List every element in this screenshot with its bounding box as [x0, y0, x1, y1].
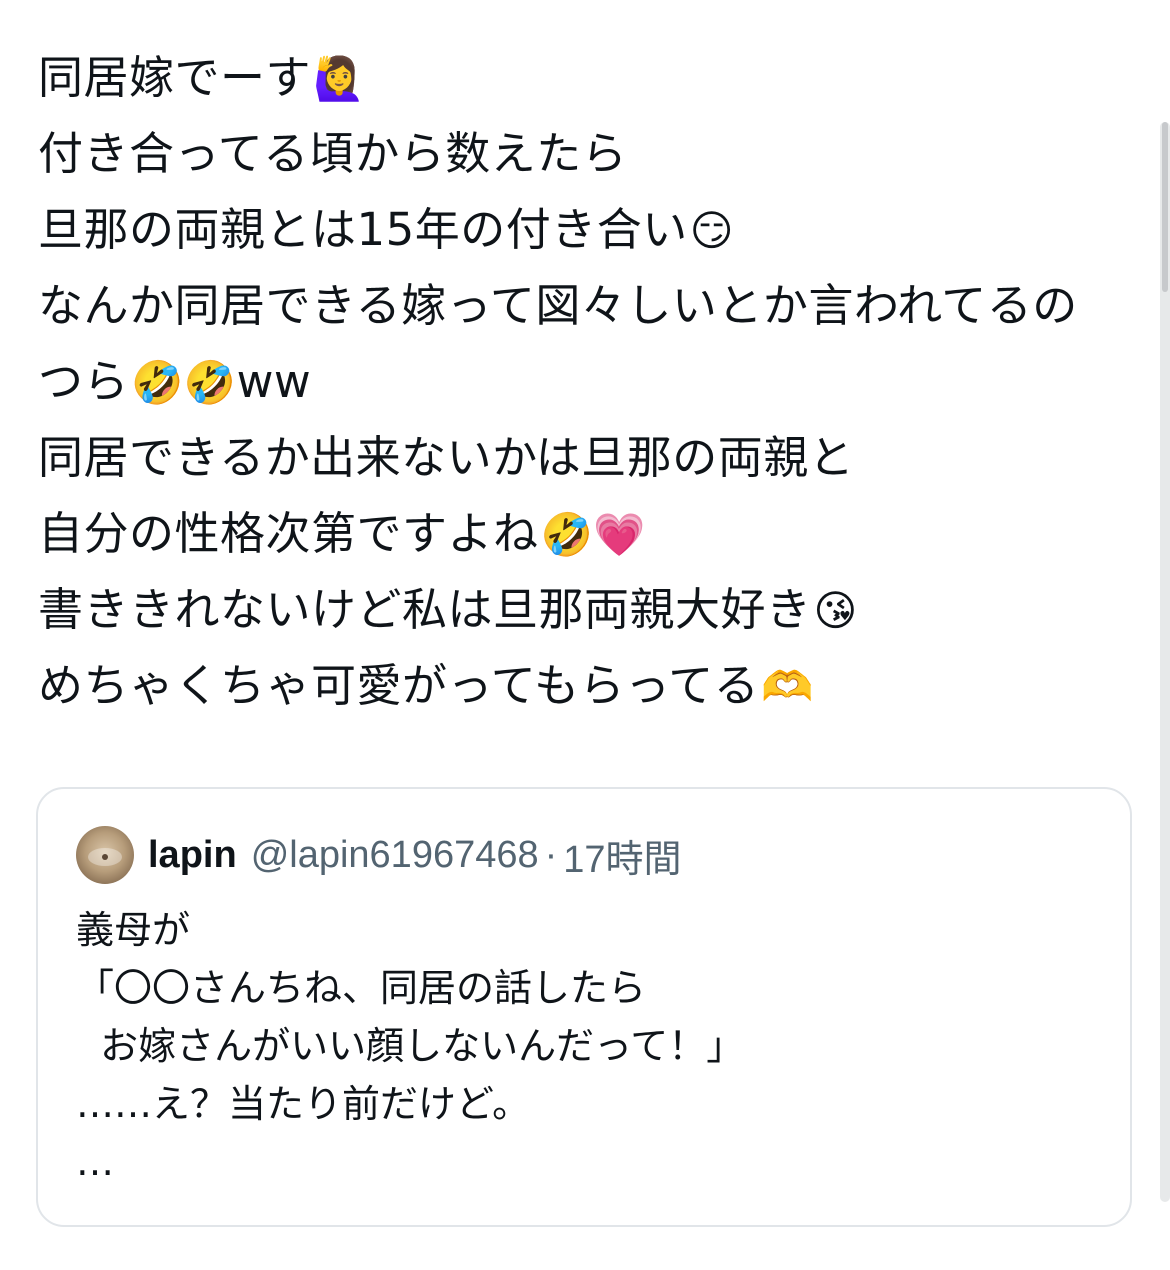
raising-hand-emoji-icon: 🙋‍♀️ [313, 54, 366, 103]
post-line: 自分の性格次第ですよね🤣💗 [38, 496, 1138, 572]
post-line-text: 同居嫁でーす [38, 51, 312, 104]
quoted-post-line: ……え？当たり前だけど。 [76, 1082, 531, 1126]
post-line: つら🤣🤣ww [38, 344, 1138, 420]
quoted-post-line: … [76, 1140, 114, 1184]
post-line-text: 付き合ってる頃から数えたら [38, 127, 628, 180]
quoted-post-line: お嫁さんがいい顔しないんだって！」 [76, 1024, 745, 1068]
rofl-heart-emoji-icon: 🤣💗 [540, 510, 647, 559]
smirk-emoji-icon: 😏 [689, 206, 735, 255]
post-line: めちゃくちゃ可愛がってもらってる🫶 [38, 648, 1138, 724]
post-line-text: つら [38, 355, 130, 408]
avatar[interactable] [76, 826, 134, 884]
post-line: なんか同居できる嫁って図々しいとか言われてるの [38, 268, 1138, 344]
quoted-post-card[interactable]: lapin @lapin61967468 · 17時間 義母が 「〇〇さんちね、… [36, 787, 1132, 1227]
quoted-post-body: 義母が 「〇〇さんちね、同居の話したら お嫁さんがいい顔しないんだって！」 ……… [76, 901, 1096, 1191]
user-handle[interactable]: @lapin61967468 [251, 834, 539, 877]
quoted-post-line: 義母が [76, 908, 191, 952]
quoted-post-line: 「〇〇さんちね、同居の話したら [76, 966, 647, 1010]
post-line-text: 同居できるか出来ないかは旦那の両親と [38, 431, 855, 484]
rofl-emoji-icon: 🤣🤣 [131, 358, 237, 407]
scrollbar[interactable] [1160, 122, 1170, 1202]
post-line-text: 旦那の両親とは15年の付き合い [38, 203, 688, 256]
separator-dot: · [544, 833, 558, 876]
post-line-suffix: ww [236, 355, 312, 408]
post-line-text: 書ききれないけど私は旦那両親大好き [38, 583, 812, 636]
post-line-text: めちゃくちゃ可愛がってもらってる [38, 659, 760, 712]
post-line: 同居できるか出来ないかは旦那の両親と [38, 420, 1138, 496]
kiss-emoji-icon: 😘 [813, 586, 858, 635]
post-line: 同居嫁でーす🙋‍♀️ [38, 40, 1138, 116]
display-name[interactable]: lapin [148, 834, 237, 877]
post-line: 書ききれないけど私は旦那両親大好き😘 [38, 572, 1138, 648]
post-line-text: 自分の性格次第ですよね [38, 507, 539, 560]
quoted-post-header: lapin @lapin61967468 · 17時間 [76, 825, 682, 885]
scrollbar-thumb[interactable] [1162, 122, 1168, 292]
heart-hands-emoji-icon: 🫶 [761, 662, 815, 711]
post-text: 同居嫁でーす🙋‍♀️ 付き合ってる頃から数えたら 旦那の両親とは15年の付き合い… [38, 40, 1138, 724]
post-timestamp[interactable]: 17時間 [563, 828, 681, 883]
post-line: 旦那の両親とは15年の付き合い😏 [38, 192, 1138, 268]
post-line: 付き合ってる頃から数えたら [38, 116, 1138, 192]
post-line-text: なんか同居できる嫁って図々しいとか言われてるの [38, 279, 1078, 332]
